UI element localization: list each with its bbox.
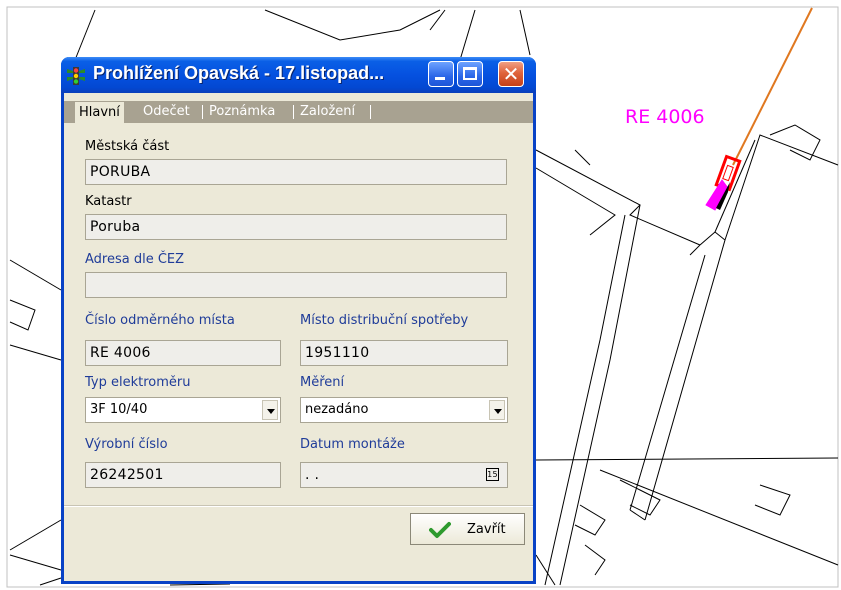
dialog-titlebar[interactable]: Prohlížení Opavská - 17.listopad... ✕	[61, 57, 536, 93]
label-mestska-cast: Městská část	[85, 139, 170, 154]
footer-divider	[64, 506, 533, 507]
meter-marker[interactable]	[705, 154, 742, 211]
maximize-icon	[463, 67, 477, 80]
minimize-icon	[435, 77, 445, 80]
calendar-icon[interactable]: 15	[486, 468, 499, 481]
close-button[interactable]: Zavřít	[410, 513, 525, 545]
vyrobni-field[interactable]: 26242501	[85, 462, 281, 488]
typ-combo[interactable]: 3F 10/40	[85, 397, 281, 423]
view-dialog: Prohlížení Opavská - 17.listopad... ✕ Hl…	[61, 57, 536, 584]
traffic-light-icon	[67, 67, 85, 85]
label-adresa: Adresa dle ČEZ	[85, 252, 185, 267]
meter-map-label: RE 4006	[625, 106, 705, 128]
misto-spotreby-field[interactable]: 1951110	[300, 340, 508, 366]
mereni-combo[interactable]: nezadáno	[300, 397, 508, 423]
adresa-field[interactable]	[85, 272, 507, 298]
label-vyrobni: Výrobní číslo	[85, 437, 168, 452]
tab-bar: Hlavní Odečet Poznámka Založení	[64, 101, 533, 124]
label-katastr: Katastr	[85, 194, 132, 209]
dialog-title: Prohlížení Opavská - 17.listopad...	[93, 63, 385, 83]
minimize-button[interactable]	[428, 61, 454, 87]
close-button-label: Zavřít	[467, 522, 506, 537]
typ-value: 3F 10/40	[90, 402, 148, 417]
cislo-mista-field[interactable]: RE 4006	[85, 340, 281, 366]
label-misto-spotreby: Místo distribuční spotřeby	[300, 313, 469, 328]
tab-odecet[interactable]: Odečet	[143, 101, 190, 123]
close-window-button[interactable]: ✕	[498, 61, 524, 87]
tab-poznamka[interactable]: Poznámka	[209, 101, 275, 123]
chevron-down-icon[interactable]	[262, 400, 278, 420]
tab-hlavni[interactable]: Hlavní	[75, 102, 124, 124]
datum-value: . .	[305, 467, 320, 483]
tab-separator	[202, 105, 203, 119]
mestska-cast-field[interactable]: PORUBA	[85, 159, 507, 185]
check-icon	[429, 522, 451, 538]
tab-zalozeni[interactable]: Založení	[300, 101, 355, 123]
maximize-button[interactable]	[457, 61, 483, 87]
label-datum: Datum montáže	[300, 437, 405, 452]
chevron-down-icon[interactable]	[489, 400, 505, 420]
datum-field[interactable]: . . 15	[300, 462, 508, 488]
mereni-value: nezadáno	[305, 402, 369, 417]
katastr-field[interactable]: Poruba	[85, 214, 507, 240]
label-cislo-mista: Číslo odměrného místa	[85, 313, 235, 328]
close-icon: ✕	[502, 62, 520, 86]
tab-separator	[370, 105, 371, 119]
label-mereni: Měření	[300, 375, 345, 390]
label-typ: Typ elektroměru	[85, 375, 191, 390]
tab-separator	[293, 105, 294, 119]
